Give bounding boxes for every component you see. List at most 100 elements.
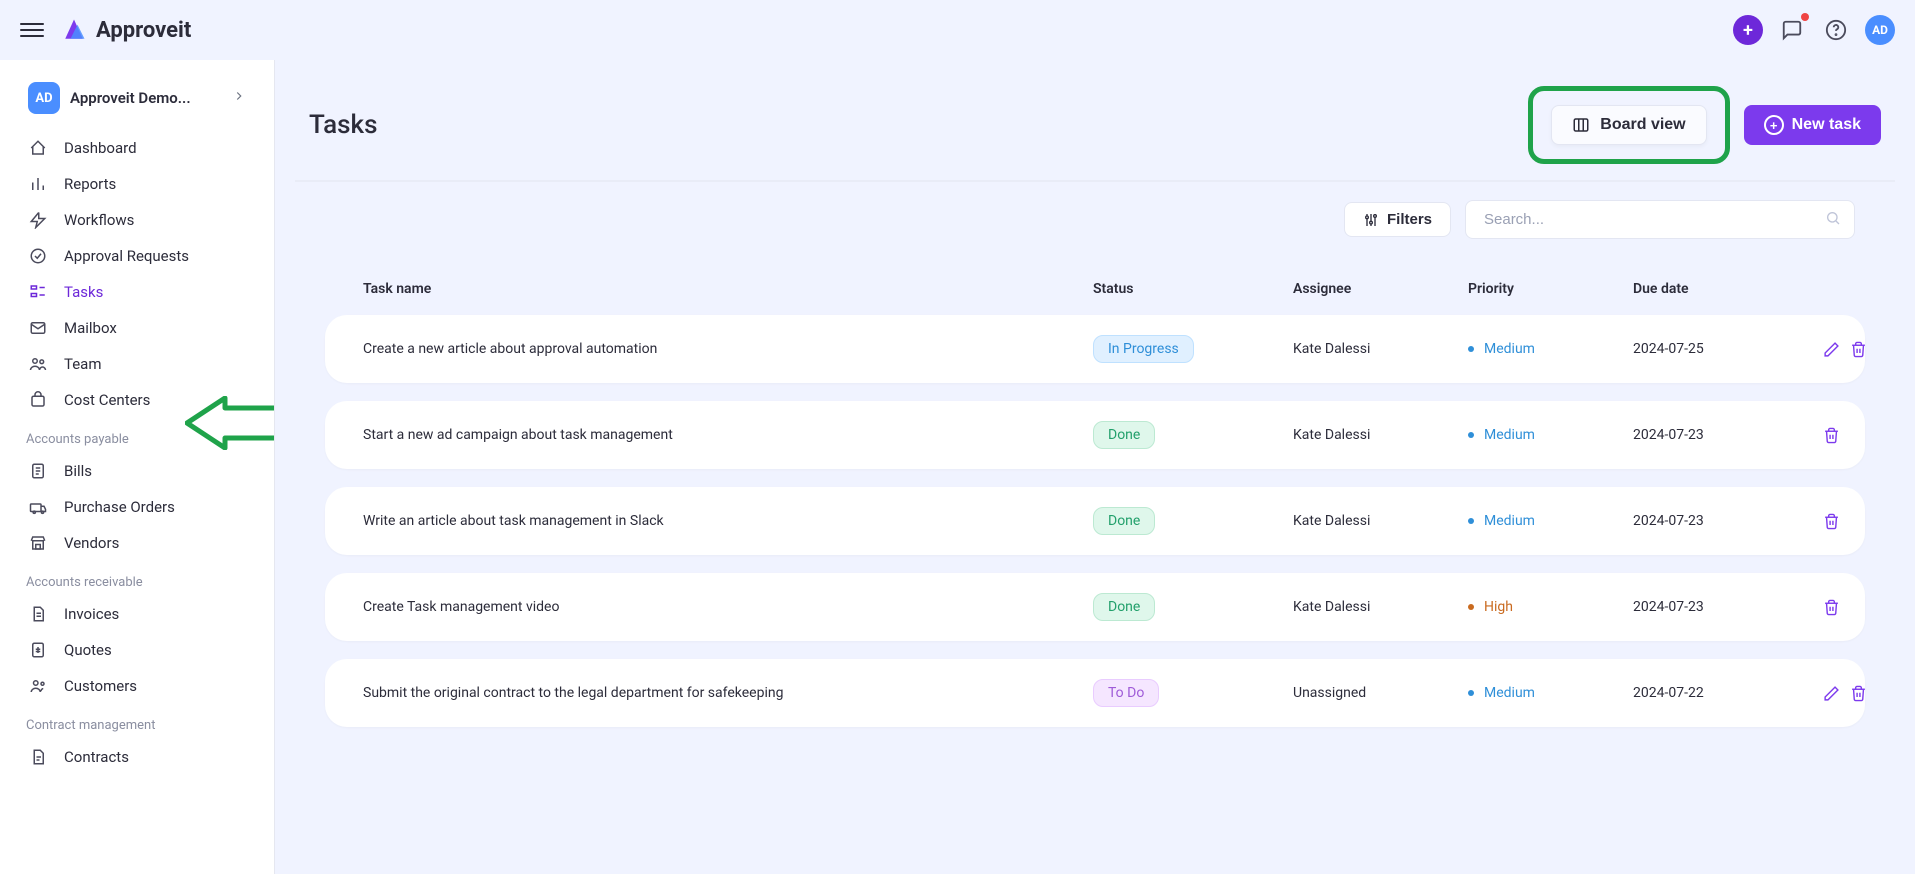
- col-task-name: Task name: [363, 281, 1093, 297]
- task-priority-cell: High: [1468, 599, 1633, 615]
- priority-dot-icon: [1468, 518, 1474, 524]
- messages-icon[interactable]: [1777, 15, 1807, 45]
- sidebar-item-vendors[interactable]: Vendors: [0, 525, 274, 561]
- page-actions: Board view + New task: [1528, 86, 1881, 164]
- sidebar-item-invoices[interactable]: Invoices: [0, 596, 274, 632]
- trash-icon[interactable]: [1850, 341, 1867, 358]
- purchase-orders-icon: [28, 497, 48, 517]
- section-accounts-receivable: Accounts receivable: [0, 561, 274, 596]
- nav-payable: Bills Purchase Orders Vendors: [0, 453, 274, 561]
- task-due-cell: 2024-07-23: [1633, 513, 1823, 529]
- edit-icon[interactable]: [1823, 341, 1840, 358]
- board-view-label: Board view: [1600, 116, 1685, 134]
- board-view-button[interactable]: Board view: [1551, 105, 1706, 145]
- page-header: Tasks Board view + New task: [295, 70, 1895, 182]
- chevron-right-icon: [232, 89, 246, 107]
- sidebar-item-tasks[interactable]: Tasks: [0, 274, 274, 310]
- sidebar-item-reports[interactable]: Reports: [0, 166, 274, 202]
- workspace-name: Approveit Demo...: [70, 89, 222, 107]
- workspace-selector[interactable]: AD Approveit Demo...: [10, 74, 264, 122]
- table-row[interactable]: Submit the original contract to the lega…: [325, 659, 1865, 727]
- table-row[interactable]: Start a new ad campaign about task manag…: [325, 401, 1865, 469]
- col-due-date: Due date: [1633, 281, 1823, 297]
- sidebar-item-label: Bills: [64, 462, 92, 480]
- table-row[interactable]: Create Task management videoDone Kate Dal…: [325, 573, 1865, 641]
- sidebar-item-label: Purchase Orders: [64, 498, 175, 516]
- topbar-right: + AD: [1733, 15, 1895, 45]
- task-rows: Create a new article about approval auto…: [325, 315, 1865, 727]
- section-contract-management: Contract management: [0, 704, 274, 739]
- sidebar-item-customers[interactable]: Customers: [0, 668, 274, 704]
- trash-icon[interactable]: [1823, 513, 1840, 530]
- sidebar-item-team[interactable]: Team: [0, 346, 274, 382]
- cost-centers-icon: [28, 390, 48, 410]
- mailbox-icon: [28, 318, 48, 338]
- topbar-left: Approveit: [20, 16, 191, 44]
- filters-button[interactable]: Filters: [1344, 202, 1451, 237]
- trash-icon[interactable]: [1823, 599, 1840, 616]
- global-add-button[interactable]: +: [1733, 15, 1763, 45]
- sidebar-item-dashboard[interactable]: Dashboard: [0, 130, 274, 166]
- sidebar-item-purchase-orders[interactable]: Purchase Orders: [0, 489, 274, 525]
- sidebar-item-cost-centers[interactable]: Cost Centers: [0, 382, 274, 418]
- priority-label: Medium: [1468, 341, 1633, 357]
- quotes-icon: [28, 640, 48, 660]
- user-avatar[interactable]: AD: [1865, 15, 1895, 45]
- sidebar-item-label: Tasks: [64, 283, 103, 301]
- sidebar-item-label: Contracts: [64, 748, 129, 766]
- annotation-highlight: Board view: [1528, 86, 1729, 164]
- priority-dot-icon: [1468, 690, 1474, 696]
- task-status-cell: Done: [1093, 593, 1293, 621]
- filters-label: Filters: [1387, 211, 1432, 228]
- task-assignee-cell: Kate Dalessi: [1293, 427, 1468, 443]
- invoices-icon: [28, 604, 48, 624]
- workflows-icon: [28, 210, 48, 230]
- status-badge: Done: [1093, 421, 1155, 449]
- task-due-cell: 2024-07-23: [1633, 427, 1823, 443]
- priority-dot-icon: [1468, 346, 1474, 352]
- sidebar-item-approval-requests[interactable]: Approval Requests: [0, 238, 274, 274]
- task-due-cell: 2024-07-23: [1633, 599, 1823, 615]
- approval-requests-icon: [28, 246, 48, 266]
- priority-label: High: [1468, 599, 1633, 615]
- new-task-button[interactable]: + New task: [1744, 105, 1881, 145]
- sidebar-item-workflows[interactable]: Workflows: [0, 202, 274, 238]
- task-assignee-cell: Kate Dalessi: [1293, 599, 1468, 615]
- sidebar-item-mailbox[interactable]: Mailbox: [0, 310, 274, 346]
- table-row[interactable]: Create a new article about approval auto…: [325, 315, 1865, 383]
- search-input[interactable]: [1465, 200, 1855, 239]
- status-badge: Done: [1093, 593, 1155, 621]
- task-priority-cell: Medium: [1468, 513, 1633, 529]
- task-name-cell: Write an article about task management i…: [363, 513, 1093, 529]
- status-badge: To Do: [1093, 679, 1159, 707]
- task-assignee-cell: Kate Dalessi: [1293, 513, 1468, 529]
- trash-icon[interactable]: [1823, 427, 1840, 444]
- priority-label: Medium: [1468, 685, 1633, 701]
- search-icon: [1825, 210, 1841, 230]
- status-badge: In Progress: [1093, 335, 1194, 363]
- app-name: Approveit: [96, 18, 191, 43]
- task-assignee-cell: Unassigned: [1293, 685, 1468, 701]
- task-name-cell: Create Task management video: [363, 599, 1093, 615]
- list-toolbar: Filters: [295, 200, 1895, 239]
- dashboard-icon: [28, 138, 48, 158]
- hamburger-menu-icon[interactable]: [20, 18, 44, 42]
- sidebar-item-contracts[interactable]: Contracts: [0, 739, 274, 775]
- help-icon[interactable]: [1821, 15, 1851, 45]
- sidebar-item-bills[interactable]: Bills: [0, 453, 274, 489]
- new-task-label: New task: [1792, 116, 1861, 134]
- task-actions-cell: [1823, 599, 1840, 616]
- priority-label: Medium: [1468, 513, 1633, 529]
- task-due-cell: 2024-07-22: [1633, 685, 1823, 701]
- priority-dot-icon: [1468, 604, 1474, 610]
- edit-icon[interactable]: [1823, 685, 1840, 702]
- sidebar-item-quotes[interactable]: Quotes: [0, 632, 274, 668]
- col-status: Status: [1093, 281, 1293, 297]
- app-logo[interactable]: Approveit: [60, 16, 191, 44]
- trash-icon[interactable]: [1850, 685, 1867, 702]
- sidebar-item-label: Invoices: [64, 605, 119, 623]
- task-assignee-cell: Kate Dalessi: [1293, 341, 1468, 357]
- board-icon: [1572, 116, 1590, 134]
- logo-mark-icon: [60, 16, 88, 44]
- table-row[interactable]: Write an article about task management i…: [325, 487, 1865, 555]
